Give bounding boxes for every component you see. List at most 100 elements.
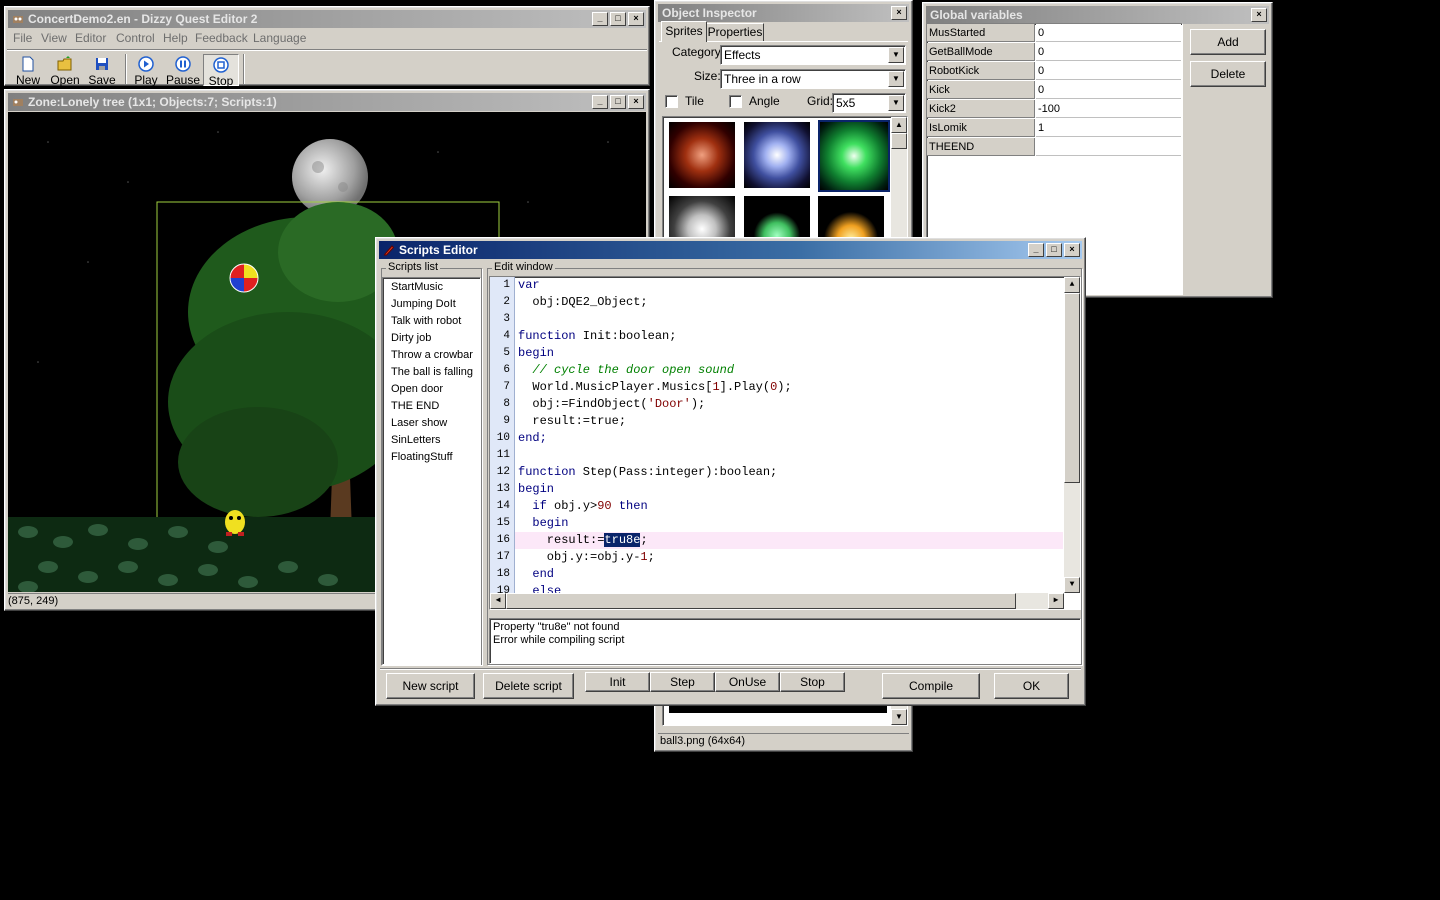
list-item[interactable]: Throw a crowbar — [391, 347, 473, 364]
new-script-button[interactable]: New script — [386, 673, 475, 699]
toolbar: New Open Save Play Pause Stop — [7, 49, 647, 88]
code-line: obj.y:=obj.y-1; — [518, 550, 655, 564]
menu-help[interactable]: Help — [163, 31, 188, 45]
variable-row[interactable]: Kick 0 — [927, 81, 1181, 100]
compile-button[interactable]: Compile — [882, 673, 980, 699]
code-line: begin — [518, 516, 569, 530]
zone-window-controls: _ □ × — [592, 95, 644, 109]
open-button[interactable]: Open — [47, 54, 83, 87]
grid-label: Grid: — [807, 94, 834, 108]
close-icon[interactable]: × — [628, 95, 644, 109]
minimize-icon[interactable]: _ — [592, 95, 608, 109]
code-horizontal-scrollbar[interactable]: ◀ ▶ — [490, 593, 1064, 609]
list-item[interactable]: Dirty job — [391, 330, 431, 347]
tab-step[interactable]: Step — [650, 672, 715, 692]
sprite-thumbnail[interactable] — [669, 122, 735, 188]
chevron-down-icon[interactable]: ▼ — [888, 47, 904, 63]
menu-control[interactable]: Control — [116, 31, 155, 45]
scripts-editor-controls: _ □ × — [1028, 243, 1080, 257]
scroll-up-icon[interactable]: ▲ — [891, 117, 907, 133]
scripts-list[interactable]: StartMusic Jumping DoIt Talk with robot … — [382, 277, 481, 665]
maximize-icon[interactable]: □ — [610, 12, 626, 26]
minimize-icon[interactable]: _ — [1028, 243, 1044, 257]
scroll-thumb[interactable] — [891, 133, 907, 149]
dizzy-sprite — [225, 510, 245, 536]
scroll-down-icon[interactable]: ▼ — [1064, 577, 1080, 593]
scroll-down-icon[interactable]: ▼ — [891, 709, 907, 725]
menu-file[interactable]: File — [13, 31, 32, 45]
variable-row[interactable]: GetBallMode 0 — [927, 43, 1181, 62]
tab-sprites[interactable]: Sprites — [661, 21, 707, 42]
grid-select[interactable]: 5x5 ▼ — [832, 93, 906, 113]
tile-label: Tile — [685, 94, 704, 108]
scroll-up-icon[interactable]: ▲ — [1064, 277, 1080, 293]
code-line: World.MusicPlayer.Musics[1].Play(0); — [518, 380, 792, 394]
chevron-down-icon[interactable]: ▼ — [888, 95, 904, 111]
code-vertical-scrollbar[interactable]: ▲ ▼ — [1064, 277, 1080, 593]
stop-button[interactable]: Stop — [203, 54, 239, 88]
tab-stop[interactable]: Stop — [780, 672, 845, 692]
variable-row[interactable]: MusStarted 0 — [927, 24, 1181, 43]
sprite-thumbnail-selected[interactable] — [818, 120, 890, 192]
main-window: ConcertDemo2.en - Dizzy Quest Editor 2 _… — [4, 6, 650, 88]
new-button[interactable]: New — [10, 54, 46, 87]
list-item[interactable]: Open door — [391, 381, 443, 398]
list-item[interactable]: Talk with robot — [391, 313, 461, 330]
sprite-file-info: ball3.png (64x64) — [660, 735, 746, 747]
angle-checkbox[interactable] — [729, 95, 742, 108]
code-line: var — [518, 278, 540, 292]
list-item[interactable]: Laser show — [391, 415, 447, 432]
sprite-thumbnail[interactable] — [744, 122, 810, 188]
menu-language[interactable]: Language — [253, 31, 306, 45]
object-inspector-titlebar[interactable]: Object Inspector — [658, 4, 909, 22]
list-item[interactable]: SinLetters — [391, 432, 441, 449]
list-item[interactable]: The ball is falling — [391, 364, 473, 381]
tab-properties[interactable]: Properties — [706, 23, 764, 42]
scroll-left-icon[interactable]: ◀ — [490, 593, 506, 609]
minimize-icon[interactable]: _ — [592, 12, 608, 26]
scroll-thumb[interactable] — [1064, 293, 1080, 483]
chevron-down-icon[interactable]: ▼ — [888, 71, 904, 87]
menu-editor[interactable]: Editor — [75, 31, 106, 45]
cursor-coordinates: (875, 249) — [8, 595, 59, 607]
variable-row[interactable]: Kick2 -100 — [927, 100, 1181, 119]
delete-script-button[interactable]: Delete script — [483, 673, 574, 699]
variable-row[interactable]: THEEND — [927, 138, 1181, 157]
delete-variable-button[interactable]: Delete — [1190, 61, 1266, 87]
tile-checkbox[interactable] — [665, 95, 678, 108]
tab-init[interactable]: Init — [585, 672, 650, 692]
close-icon[interactable]: × — [1251, 8, 1267, 22]
scroll-right-icon[interactable]: ▶ — [1048, 593, 1064, 609]
list-item[interactable]: Jumping DoIt — [391, 296, 456, 313]
global-variables-titlebar[interactable]: Global variables — [926, 6, 1269, 24]
pause-button[interactable]: Pause — [165, 54, 201, 87]
list-item[interactable]: FloatingStuff — [391, 449, 453, 466]
category-select[interactable]: Effects ▼ — [720, 45, 906, 65]
close-icon[interactable]: × — [1064, 243, 1080, 257]
variable-row[interactable]: RobotKick 0 — [927, 62, 1181, 81]
compiler-messages[interactable]: Property "tru8e" not found Error while c… — [489, 618, 1081, 664]
edit-window-group: Edit window 1 2 3 4 5 6 7 8 9 10 11 12 1… — [487, 261, 1082, 665]
main-window-title: ConcertDemo2.en - Dizzy Quest Editor 2 — [28, 12, 258, 26]
maximize-icon[interactable]: □ — [1046, 243, 1062, 257]
scripts-editor-titlebar[interactable]: Scripts Editor — [379, 241, 1082, 259]
ok-button[interactable]: OK — [994, 673, 1069, 699]
add-variable-button[interactable]: Add — [1190, 29, 1266, 55]
zone-window-titlebar[interactable]: Zone:Lonely tree (1x1; Objects:7; Script… — [8, 93, 646, 111]
variable-row[interactable]: IsLomik 1 — [927, 119, 1181, 138]
size-label: Size: — [694, 69, 721, 83]
scroll-thumb[interactable] — [506, 593, 1016, 609]
menu-view[interactable]: View — [41, 31, 67, 45]
play-button[interactable]: Play — [128, 54, 164, 87]
tab-onuse[interactable]: OnUse — [715, 672, 780, 692]
close-icon[interactable]: × — [891, 6, 907, 20]
list-item[interactable]: THE END — [391, 398, 439, 415]
menu-feedback[interactable]: Feedback — [195, 31, 248, 45]
maximize-icon[interactable]: □ — [610, 95, 626, 109]
save-button[interactable]: Save — [84, 54, 120, 87]
close-icon[interactable]: × — [628, 12, 644, 26]
code-editor[interactable]: 1 2 3 4 5 6 7 8 9 10 11 12 13 14 15 16 1… — [489, 276, 1081, 610]
list-item[interactable]: StartMusic — [391, 279, 443, 296]
size-select[interactable]: Three in a row ▼ — [720, 69, 906, 89]
main-window-titlebar[interactable]: ConcertDemo2.en - Dizzy Quest Editor 2 — [8, 10, 646, 28]
